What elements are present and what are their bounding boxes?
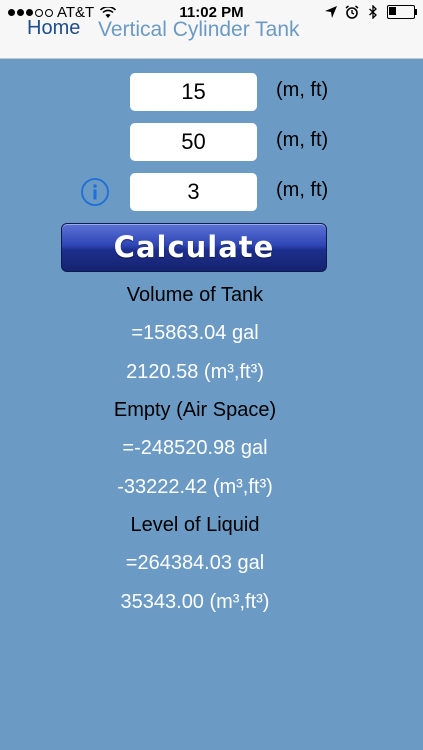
height-input[interactable] (130, 123, 257, 161)
level-gal-value: =264384.03 gal (125, 552, 265, 574)
height-row: (m, ft) (0, 123, 423, 163)
info-icon[interactable] (80, 177, 110, 207)
empty-cubic-value: -33222.42 (m³,ft³) (117, 476, 273, 498)
diameter-input[interactable] (130, 73, 257, 111)
app-screen: AT&T 11:02 PM Home Vertical Cylinder Tan… (0, 0, 423, 750)
calculate-button[interactable]: Calculate (61, 223, 327, 272)
liquid-level-input[interactable] (130, 173, 257, 211)
diameter-row: (m, ft) (0, 73, 423, 113)
liquid-level-row: (m, ft) (0, 173, 423, 213)
volume-heading: Volume of Tank (126, 284, 264, 306)
home-back-button[interactable]: Home (27, 17, 80, 40)
height-unit-label: (m, ft) (276, 129, 329, 151)
top-bar: AT&T 11:02 PM Home Vertical Cylinder Tan… (0, 0, 423, 59)
volume-gal-value: =15863.04 gal (131, 322, 259, 344)
empty-heading: Empty (Air Space) (113, 399, 277, 421)
volume-cubic-value: 2120.58 (m³,ft³) (126, 361, 264, 383)
navigation-bar: Home Vertical Cylinder Tank (0, 14, 423, 58)
diameter-unit-label: (m, ft) (276, 79, 329, 101)
level-cubic-value: 35343.00 (m³,ft³) (120, 591, 270, 613)
empty-gal-value: =-248520.98 gal (122, 437, 268, 459)
liquid-level-unit-label: (m, ft) (276, 179, 329, 201)
level-heading: Level of Liquid (130, 514, 260, 536)
page-title: Vertical Cylinder Tank (98, 18, 300, 41)
